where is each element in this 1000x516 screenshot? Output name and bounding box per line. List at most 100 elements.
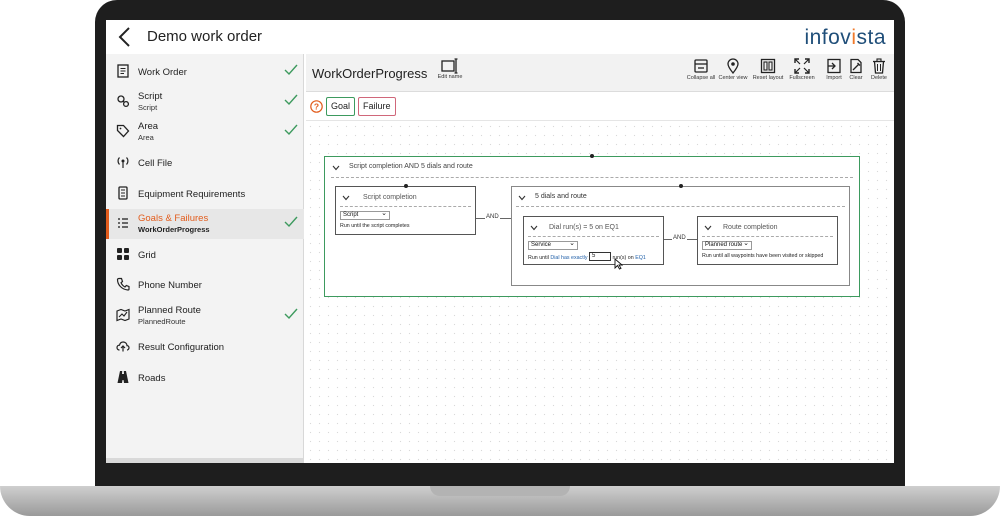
center-view-button[interactable]: Center view: [718, 58, 748, 88]
node-title: Dial run(s) = 5 on EQ1: [549, 224, 619, 231]
script-select[interactable]: Script: [340, 210, 390, 220]
clear-button[interactable]: Clear: [846, 58, 866, 88]
tab-failure[interactable]: Failure: [358, 97, 396, 116]
chevron-down-icon[interactable]: [342, 195, 350, 201]
check-icon: [284, 64, 298, 76]
clear-icon: [850, 58, 862, 74]
location-pin-icon: [727, 58, 739, 74]
chevron-down-icon[interactable]: [530, 225, 538, 231]
route-completion-node[interactable]: Route completion Planned route Run until…: [697, 216, 838, 265]
sidebar-item-label: Result Configuration: [138, 342, 225, 353]
sidebar-item-script[interactable]: Script Script: [106, 87, 304, 117]
and-label: AND: [672, 235, 687, 241]
sidebar-item-equipment-requirements[interactable]: Equipment Requirements: [106, 179, 304, 209]
delete-label: Delete: [871, 75, 887, 81]
goal-failure-tabs: ? Goal Failure: [306, 93, 894, 121]
sidebar-item-planned-route[interactable]: Planned Route PlannedRoute: [106, 301, 304, 331]
dials-route-group[interactable]: 5 dials and route Dial run(s) = 5 on EQ1…: [511, 184, 850, 286]
node-description: Run until all waypoints have been visite…: [702, 253, 824, 259]
equipment-link[interactable]: EQ1: [635, 255, 646, 261]
divider: [331, 177, 853, 178]
connector-handle[interactable]: [590, 154, 594, 158]
sidebar-item-sub: Area: [138, 133, 154, 142]
trash-icon: [873, 58, 885, 74]
chevron-down-icon[interactable]: [704, 225, 712, 231]
sidebar-item-goals-failures[interactable]: Goals & Failures WorkOrderProgress: [106, 209, 304, 239]
divider: [528, 236, 659, 237]
reset-layout-label: Reset layout: [752, 75, 784, 81]
chevron-down-icon[interactable]: [518, 195, 526, 201]
dial-runs-node[interactable]: Dial run(s) = 5 on EQ1 Service Run until…: [523, 216, 664, 270]
sidebar-item-area[interactable]: Area Area: [106, 117, 304, 147]
tab-goal[interactable]: Goal: [326, 97, 356, 116]
sidebar-item-grid[interactable]: Grid: [106, 240, 304, 270]
run-count-input[interactable]: 5: [588, 252, 611, 261]
cloud-upload-icon: [116, 341, 130, 352]
sidebar-item-label: Roads: [138, 373, 166, 384]
infovista-logo: infovista: [804, 26, 886, 49]
desc-text: has exactly: [561, 254, 588, 261]
node-description: Run until the script completes: [340, 223, 410, 229]
import-button[interactable]: Import: [823, 58, 845, 88]
sidebar-footer: [106, 458, 304, 463]
fullscreen-icon: [794, 58, 810, 74]
script-completion-node[interactable]: Script completion Script Run until the s…: [335, 184, 476, 235]
delete-button[interactable]: Delete: [868, 58, 890, 88]
edit-name-button[interactable]: Edit name: [434, 58, 466, 88]
road-icon: [117, 371, 129, 383]
sidebar-item-sub: Script: [138, 103, 158, 112]
sidebar-item-work-order[interactable]: Work Order: [106, 57, 304, 87]
toolbar: WorkOrderProgress Edit name Collapse all…: [306, 54, 894, 92]
desc-text: Run until: [528, 254, 549, 261]
connector-handle[interactable]: [679, 184, 683, 188]
main-panel: WorkOrderProgress Edit name Collapse all…: [306, 54, 894, 463]
import-icon: [827, 58, 841, 74]
chevron-down-icon[interactable]: [332, 165, 340, 171]
center-view-label: Center view: [718, 75, 748, 81]
root-condition-group[interactable]: Script completion AND 5 dials and route …: [324, 154, 860, 297]
grid-icon: [117, 248, 129, 260]
check-icon: [284, 308, 298, 320]
connector-handle[interactable]: [404, 184, 408, 188]
page-title: Demo work order: [147, 28, 263, 45]
document-icon: [117, 64, 129, 78]
work-order-progress-title: WorkOrderProgress: [312, 66, 428, 81]
phone-icon: [116, 277, 130, 291]
fullscreen-button[interactable]: Fullscreen: [787, 58, 817, 88]
antenna-icon: [117, 157, 129, 168]
device-icon: [118, 186, 128, 200]
edit-name-label: Edit name: [437, 74, 463, 80]
divider: [516, 206, 845, 207]
node-title: Route completion: [723, 224, 778, 231]
sidebar-item-label: Goals & Failures: [138, 213, 209, 224]
sidebar-item-phone-number[interactable]: Phone Number: [106, 270, 304, 300]
service-select[interactable]: Service: [528, 240, 578, 250]
laptop-notch: [430, 486, 570, 496]
sidebar-item-cell-file[interactable]: Cell File: [106, 148, 304, 178]
collapse-icon: [694, 59, 708, 73]
service-link[interactable]: Dial: [550, 255, 559, 261]
sidebar: Work Order Script Script Area Area Cell …: [106, 54, 304, 463]
help-icon[interactable]: ?: [310, 100, 323, 113]
sidebar-item-label: Cell File: [138, 158, 173, 169]
root-group-title: Script completion AND 5 dials and route: [349, 163, 473, 170]
node-description: Run until Dial has exactly 5 run(s) on E…: [528, 252, 646, 262]
and-label: AND: [485, 214, 500, 220]
group-title: 5 dials and route: [535, 193, 587, 200]
sidebar-item-label: Work Order: [138, 67, 187, 78]
sidebar-item-label: Area: [138, 121, 159, 132]
check-icon: [284, 94, 298, 106]
reset-layout-button[interactable]: Reset layout: [751, 58, 785, 88]
planned-route-select[interactable]: Planned route: [702, 240, 752, 250]
sidebar-item-label: Grid: [138, 250, 156, 261]
list-icon: [118, 218, 128, 228]
diagram-canvas[interactable]: Script completion AND 5 dials and route …: [306, 122, 894, 463]
sidebar-item-label: Phone Number: [138, 280, 202, 291]
collapse-all-button[interactable]: Collapse all: [684, 58, 718, 88]
edit-name-icon: [441, 58, 458, 74]
back-arrow-icon[interactable]: [116, 26, 134, 48]
import-label: Import: [826, 75, 842, 81]
sidebar-item-roads[interactable]: Roads: [106, 363, 304, 393]
fullscreen-label: Fullscreen: [789, 75, 815, 81]
sidebar-item-result-configuration[interactable]: Result Configuration: [106, 332, 304, 362]
